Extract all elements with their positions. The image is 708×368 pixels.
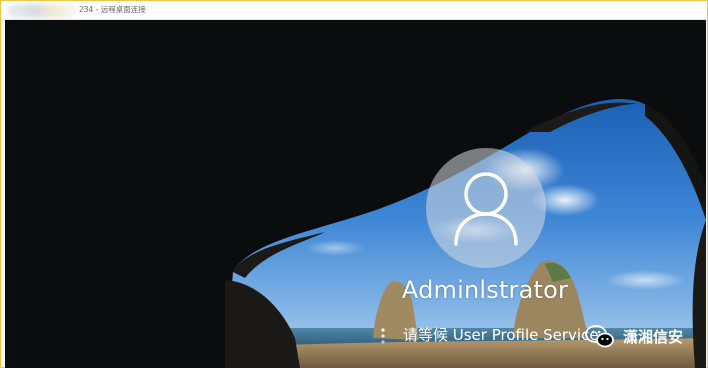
username-label: Adminlstrator xyxy=(401,276,569,304)
loading-spinner-icon xyxy=(381,328,385,344)
user-icon xyxy=(454,172,518,246)
wechat-icon xyxy=(585,325,614,348)
title-bar[interactable]: 234 - 远程桌面连接 xyxy=(1,1,707,20)
status-message: 请等候 User Profile Service xyxy=(403,326,599,344)
lock-screen-background xyxy=(5,20,706,368)
window-title: 234 - 远程桌面连接 xyxy=(79,5,146,14)
watermark-text: 潇湘信安 xyxy=(623,328,684,346)
user-avatar xyxy=(426,148,546,268)
blurred-title-prefix xyxy=(7,4,77,18)
remote-screen[interactable]: Adminlstrator 请等候 User Profile Service 潇… xyxy=(5,20,706,368)
remote-desktop-window: 234 - 远程桌面连接 Adminlstrator 请等候 User Prof… xyxy=(0,0,708,368)
